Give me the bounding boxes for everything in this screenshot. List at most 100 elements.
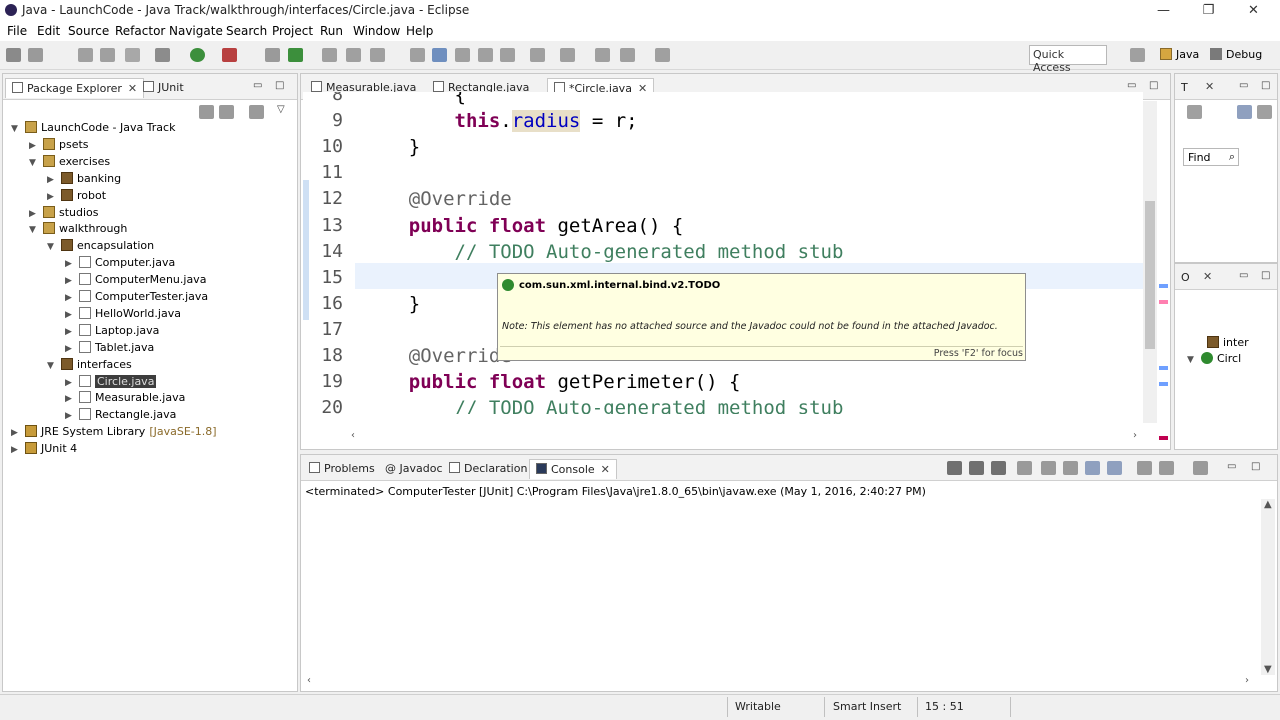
overview-mark[interactable] <box>1159 436 1168 440</box>
find-input[interactable]: Find ⌕ <box>1183 148 1239 166</box>
remove-launch-icon[interactable] <box>969 461 984 475</box>
debug-icon[interactable] <box>222 48 237 62</box>
new-dropdown-icon[interactable] <box>28 48 43 62</box>
tree-item[interactable]: ▼ LaunchCode - Java Track <box>11 121 175 138</box>
status-cursor-position[interactable]: 15 : 51 <box>925 700 964 713</box>
previous-annotation-icon[interactable] <box>500 48 515 62</box>
chevron-right-icon[interactable]: ▶ <box>11 445 25 455</box>
code-line[interactable]: // TODO Auto-generated method stub <box>363 239 844 265</box>
tree-item[interactable]: ▶ JUnit 4 <box>11 442 77 459</box>
pin-icon[interactable] <box>560 48 575 62</box>
scroll-right-icon[interactable]: › <box>1245 675 1249 686</box>
menu-source[interactable]: Source <box>68 24 109 38</box>
last-edit-location-icon[interactable] <box>530 48 545 62</box>
javadoc-hover-popup[interactable]: com.sun.xml.internal.bind.v2.TODO Note: … <box>497 273 1026 361</box>
tree-item[interactable]: ▶ robot <box>47 188 106 206</box>
scroll-down-icon[interactable]: ▼ <box>1264 664 1272 675</box>
print-icon[interactable] <box>125 48 140 62</box>
new-task-icon[interactable] <box>1187 105 1202 119</box>
save-icon[interactable] <box>78 48 93 62</box>
code-editor[interactable]: 8 {9 this.radius = r; 10 } 11 12 @Override 1… <box>303 92 1143 414</box>
scroll-lock-icon[interactable] <box>1041 461 1056 475</box>
filter-icon[interactable] <box>1257 105 1272 119</box>
chevron-down-icon[interactable]: ▼ <box>1187 355 1201 365</box>
tree-item[interactable]: ▶ studios <box>29 205 99 223</box>
back-icon[interactable] <box>595 48 610 62</box>
save-all-icon[interactable] <box>100 48 115 62</box>
display-console-icon[interactable] <box>1159 461 1174 475</box>
categorized-icon[interactable] <box>1237 105 1252 119</box>
code-line[interactable]: @Override <box>363 186 512 212</box>
open-type-icon[interactable] <box>322 48 337 62</box>
run-icon[interactable] <box>190 48 205 62</box>
tree-item[interactable]: ▶ Circle.java <box>65 374 157 392</box>
tree-item[interactable]: ▶ JRE System Library [JavaSE-1.8] <box>11 425 217 442</box>
status-insert-mode[interactable]: Smart Insert <box>833 700 901 713</box>
collapse-all-icon[interactable] <box>199 105 214 119</box>
maximize-view-icon[interactable]: □ <box>275 80 284 91</box>
minimize-view-icon[interactable]: ▭ <box>253 80 262 91</box>
tree-item[interactable]: ▶ Laptop.java <box>65 323 159 341</box>
maximize-view-icon[interactable]: □ <box>1149 80 1158 91</box>
tree-item[interactable]: ▶ psets <box>29 137 89 155</box>
restore-button[interactable]: ❐ <box>1186 0 1231 22</box>
chevron-right-icon[interactable]: ▶ <box>65 394 79 404</box>
tree-item[interactable]: ▶ Rectangle.java <box>65 408 176 425</box>
menu-run[interactable]: Run <box>320 24 343 38</box>
next-annotation-icon[interactable] <box>478 48 493 62</box>
outline-item[interactable]: inter <box>1207 336 1249 353</box>
focus-icon[interactable] <box>249 105 264 119</box>
new-icon[interactable] <box>6 48 21 62</box>
perspective-debug[interactable]: Debug <box>1210 48 1262 61</box>
code-line[interactable]: public float getArea() { <box>363 213 684 239</box>
pin-console-icon[interactable] <box>1137 461 1152 475</box>
chevron-right-icon[interactable]: ▶ <box>65 259 79 269</box>
word-wrap-icon[interactable] <box>1063 461 1078 475</box>
tree-item[interactable]: ▼ exercises <box>29 154 110 172</box>
tree-item[interactable]: ▼ walkthrough <box>29 222 127 239</box>
tab-package-explorer[interactable]: Package Explorer ✕ <box>5 78 145 98</box>
scroll-thumb[interactable] <box>1145 201 1155 349</box>
chevron-right-icon[interactable]: ▶ <box>65 378 79 388</box>
tree-item[interactable]: ▶ banking <box>47 171 121 189</box>
scroll-up-icon[interactable]: ▲ <box>1264 499 1272 510</box>
tab-javadoc[interactable]: @ Javadoc <box>379 459 449 479</box>
code-line[interactable]: } <box>363 134 420 160</box>
chevron-down-icon[interactable]: ▼ <box>29 225 43 235</box>
menu-window[interactable]: Window <box>353 24 400 38</box>
tree-item[interactable]: ▶ HelloWorld.java <box>65 306 181 324</box>
code-line[interactable]: this.radius = r; <box>363 108 638 134</box>
console-horizontal-scrollbar[interactable]: ‹ › <box>307 675 1249 689</box>
code-line[interactable]: public float getPerimeter() { <box>363 369 741 395</box>
forward-icon[interactable] <box>620 48 635 62</box>
tab-task-list[interactable]: T <box>1175 78 1194 98</box>
tab-console[interactable]: Console ✕ <box>529 459 617 479</box>
outline-item[interactable]: ▼ Circl <box>1187 352 1241 369</box>
show-whitespace-icon[interactable] <box>455 48 470 62</box>
minimize-view-icon[interactable]: ▭ <box>1239 270 1248 281</box>
toggle-block-selection-icon[interactable] <box>432 48 447 62</box>
overview-mark[interactable] <box>1159 300 1168 304</box>
search-icon[interactable] <box>370 48 385 62</box>
navigate-forward-icon[interactable] <box>655 48 670 62</box>
new-java-project-icon[interactable] <box>265 48 280 62</box>
tree-item[interactable]: ▶ Computer.java <box>65 256 175 273</box>
editor-horizontal-scrollbar[interactable]: ‹ › <box>351 430 1137 444</box>
chevron-right-icon[interactable]: ▶ <box>65 310 79 320</box>
tree-item[interactable]: ▼ interfaces <box>47 357 132 375</box>
scroll-right-icon[interactable]: › <box>1133 430 1137 441</box>
minimize-view-icon[interactable]: ▭ <box>1127 80 1136 91</box>
maximize-view-icon[interactable]: □ <box>1251 461 1260 472</box>
chevron-right-icon[interactable]: ▶ <box>65 344 79 354</box>
code-line[interactable]: // TODO Auto-generated method stub <box>363 395 844 414</box>
chevron-right-icon[interactable]: ▶ <box>65 293 79 303</box>
overview-mark[interactable] <box>1159 284 1168 288</box>
perspective-java[interactable]: Java <box>1160 48 1199 61</box>
chevron-down-icon[interactable]: ▼ <box>11 124 25 134</box>
close-window-button[interactable]: ✕ <box>1231 0 1276 22</box>
menu-file[interactable]: File <box>7 24 27 38</box>
tree-item[interactable]: ▶ Measurable.java <box>65 391 185 408</box>
open-perspective-icon[interactable] <box>1130 48 1145 62</box>
tab-junit[interactable]: JUnit <box>137 78 190 98</box>
tree-item[interactable]: ▶ ComputerMenu.java <box>65 273 206 290</box>
